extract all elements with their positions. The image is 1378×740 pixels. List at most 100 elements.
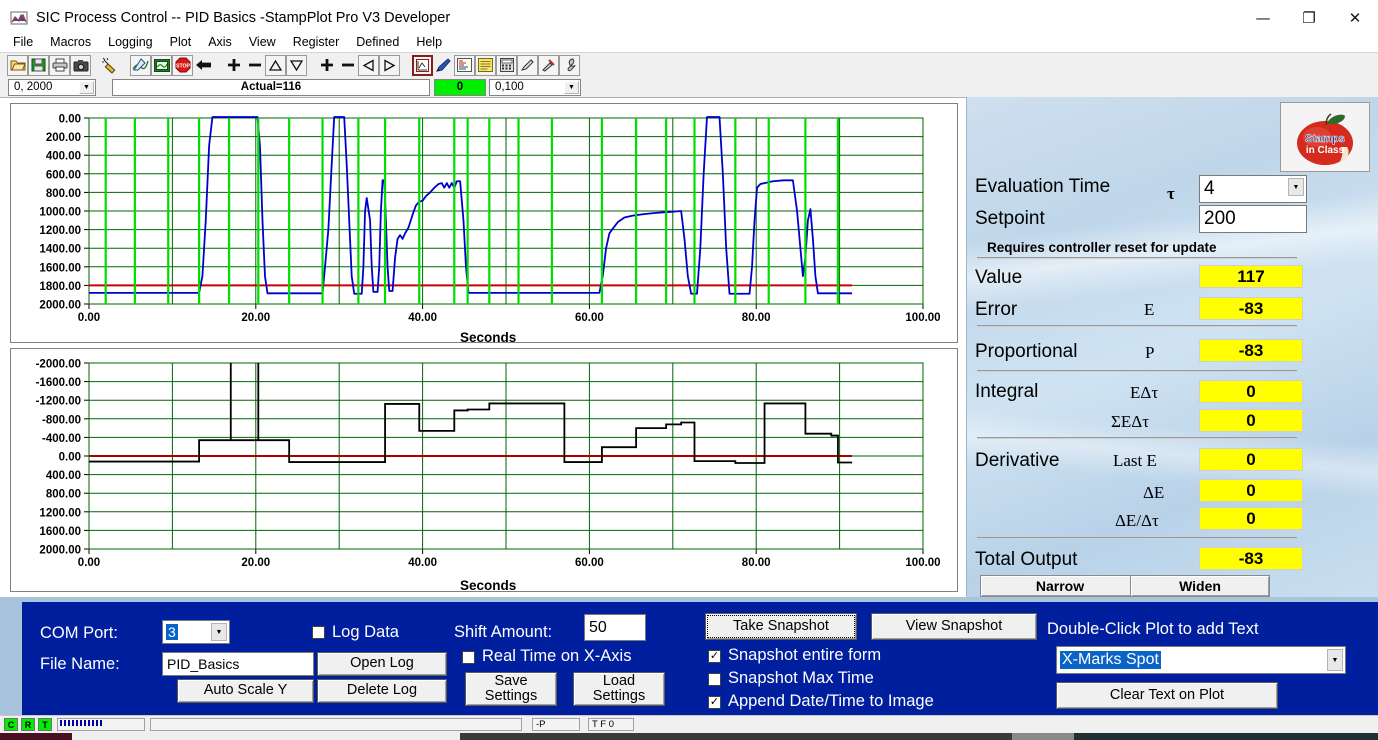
minus-icon[interactable] (244, 55, 265, 76)
derivative-last-e-symbol: Last E (1113, 451, 1157, 470)
real-time-x-axis-label: Real Time on X-Axis (482, 647, 632, 665)
stop-icon[interactable]: STOP (172, 54, 193, 76)
chevron-down-icon-com[interactable]: ▼ (211, 623, 227, 641)
menu-item-file[interactable]: File (13, 35, 33, 49)
clear-text-on-plot-button[interactable]: Clear Text on Plot (1056, 682, 1278, 709)
process-value-plot[interactable]: 2000.00 1800.00 1600.00 1400.00 1200.00 1000.… (10, 103, 958, 343)
tools-icon[interactable] (538, 54, 559, 76)
menu-item-register[interactable]: Register (293, 35, 340, 49)
file-name-label: File Name: (40, 655, 120, 673)
svg-text:2000.00: 2000.00 (39, 545, 81, 557)
divider-1 (977, 257, 1297, 259)
double-click-hint: Double-Click Plot to add Text (1047, 620, 1259, 638)
down-triangle-icon[interactable] (286, 54, 307, 76)
evaluation-time-field[interactable]: 4 ▼ (1199, 175, 1307, 203)
com-port-combo[interactable]: 3 ▼ (162, 620, 230, 644)
svg-text:60.00: 60.00 (575, 557, 604, 569)
derivative-last-e-field: 0 (1199, 448, 1303, 471)
file-name-input[interactable]: PID_Basics (162, 652, 314, 676)
back-arrow-icon[interactable] (193, 55, 214, 76)
toolbar: STOP (0, 52, 1378, 77)
maximize-button[interactable]: ❐ (1286, 0, 1332, 36)
svg-text:800.00: 800.00 (46, 489, 81, 501)
real-time-x-axis-checkbox[interactable] (462, 651, 475, 664)
log-data-checkbox[interactable] (312, 626, 325, 639)
append-datetime-checkbox[interactable]: ✓ (708, 696, 721, 709)
svg-text:80.00: 80.00 (742, 557, 771, 569)
monitor-icon[interactable] (151, 54, 172, 76)
plot-window-icon[interactable] (412, 54, 433, 76)
camera-icon[interactable] (70, 54, 91, 76)
chevron-down-icon-eval[interactable]: ▼ (1288, 178, 1304, 196)
wrench-icon[interactable] (559, 54, 580, 76)
print-icon[interactable] (49, 54, 70, 76)
error-symbol: E (1144, 300, 1155, 319)
right-triangle-icon[interactable] (379, 54, 400, 76)
delta-e-symbol: ΔE (1143, 483, 1165, 502)
pen-plot-icon[interactable] (130, 54, 151, 76)
plus-icon[interactable] (223, 55, 244, 76)
up-triangle-icon[interactable] (265, 54, 286, 76)
chevron-down-icon-2[interactable]: ▼ (564, 80, 579, 94)
pencil-icon[interactable] (433, 55, 454, 76)
com-port-label: COM Port: (40, 624, 118, 642)
menu-item-macros[interactable]: Macros (50, 35, 91, 49)
window-controls: — ❐ ✕ (1240, 0, 1378, 36)
menu-item-view[interactable]: View (249, 35, 276, 49)
taskbar-segment-3 (460, 733, 1012, 740)
text-image-icon[interactable] (454, 54, 475, 76)
menu-bar: File Macros Logging Plot Axis View Regis… (0, 32, 1378, 52)
load-settings-button[interactable]: Load Settings (573, 672, 665, 706)
minimize-button[interactable]: — (1240, 0, 1286, 36)
left-triangle-icon[interactable] (358, 54, 379, 76)
load-settings-line2: Settings (592, 688, 646, 704)
marker-icon[interactable] (517, 54, 538, 76)
x-range-combo[interactable]: 0,100 ▼ (489, 78, 581, 96)
setpoint-field[interactable]: 200 (1199, 205, 1307, 233)
snapshot-entire-form-checkbox[interactable]: ✓ (708, 650, 721, 663)
plus-icon-2[interactable] (316, 55, 337, 76)
menu-item-defined[interactable]: Defined (356, 35, 399, 49)
menu-item-plot[interactable]: Plot (170, 35, 192, 49)
svg-text:40.00: 40.00 (408, 557, 437, 569)
svg-text:1200.00: 1200.00 (39, 507, 81, 519)
open-log-button[interactable]: Open Log (317, 652, 447, 676)
taskbar (0, 733, 1378, 740)
auto-scale-y-button[interactable]: Auto Scale Y (177, 679, 314, 703)
save-disk-icon[interactable] (28, 54, 49, 76)
svg-text:STOP: STOP (175, 64, 190, 70)
open-folder-icon[interactable] (7, 54, 28, 76)
snapshot-max-time-checkbox[interactable] (708, 673, 721, 686)
save-settings-button[interactable]: Save Settings (465, 672, 557, 706)
delta-e-delta-t-symbol: ΔE/Δτ (1115, 511, 1159, 530)
close-button[interactable]: ✕ (1332, 0, 1378, 36)
widen-button[interactable]: Widen (1130, 575, 1270, 597)
tf0-field: T F 0 (588, 718, 634, 731)
take-snapshot-button[interactable]: Take Snapshot (705, 613, 857, 640)
divider-2 (977, 325, 1297, 327)
delete-log-button[interactable]: Delete Log (317, 679, 447, 703)
minus-icon-2[interactable] (337, 55, 358, 76)
chevron-down-icon[interactable]: ▼ (79, 80, 94, 94)
integral-label: Integral (975, 381, 1039, 402)
error-number: -83 (1238, 298, 1264, 318)
menu-item-axis[interactable]: Axis (208, 35, 232, 49)
controller-output-plot[interactable]: 2000.00 1600.00 1200.00 800.00 400.00 0.00 -40… (10, 348, 958, 592)
wand-icon[interactable] (100, 55, 121, 76)
y-range-combo[interactable]: 0, 2000 ▼ (8, 78, 96, 96)
svg-text:1600.00: 1600.00 (39, 526, 81, 538)
menu-item-logging[interactable]: Logging (108, 35, 153, 49)
chevron-down-icon-text[interactable]: ▼ (1327, 649, 1343, 671)
shift-amount-input[interactable]: 50 (584, 614, 646, 641)
calculator-icon[interactable] (496, 54, 517, 76)
file-name-value: PID_Basics (167, 656, 240, 672)
notes-icon[interactable] (475, 54, 496, 76)
p-field: -P (532, 718, 580, 731)
view-snapshot-button[interactable]: View Snapshot (871, 613, 1037, 640)
narrow-button[interactable]: Narrow (980, 575, 1140, 597)
svg-text:0.00: 0.00 (78, 557, 100, 569)
svg-text:40.00: 40.00 (408, 312, 437, 324)
menu-item-help[interactable]: Help (416, 35, 442, 49)
divider-5 (977, 537, 1297, 539)
plot-text-combo[interactable]: X-Marks Spot ▼ (1056, 646, 1346, 674)
